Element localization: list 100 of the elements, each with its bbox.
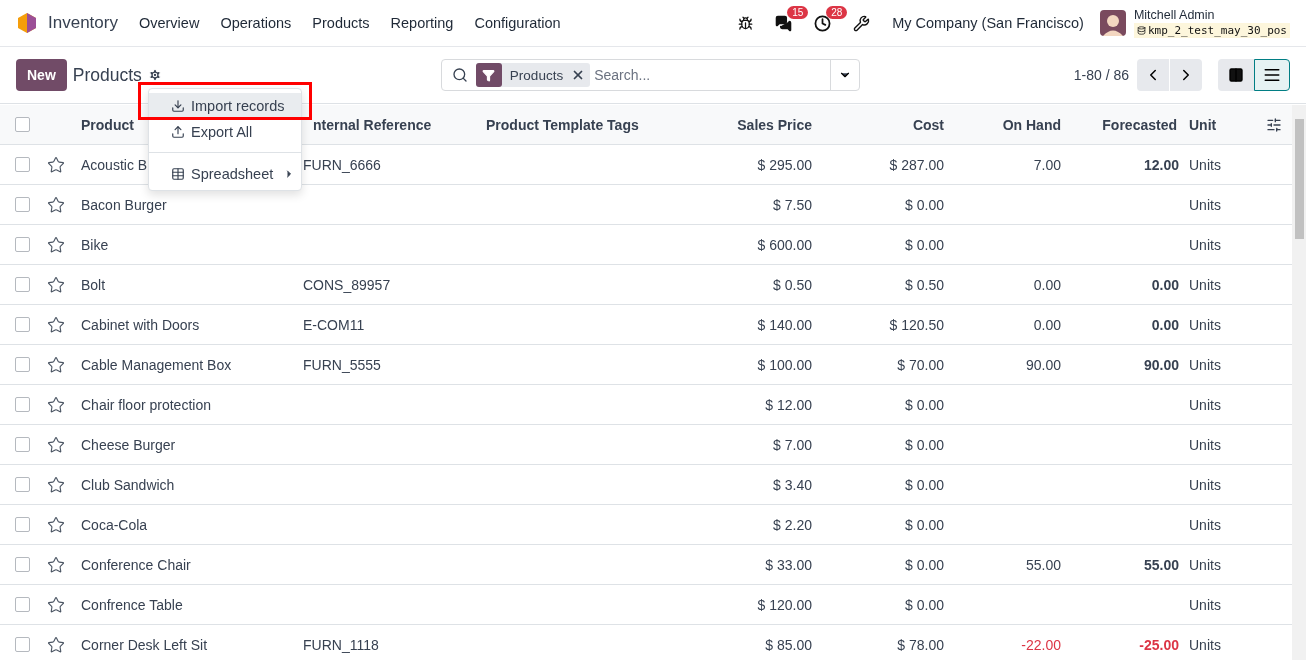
table-cell-text: Units [1189,236,1222,253]
table-cell-text: 55.00 [1142,556,1180,573]
table-cell-text: 0.00 [1150,316,1180,333]
table-cell-text: Bolt [80,276,107,293]
star-icon[interactable] [47,355,65,374]
new-button[interactable]: New [16,59,67,91]
search-field[interactable]: Products Search... [440,59,860,91]
count-badge: 28 [826,5,848,19]
column-settings-icon[interactable] [1266,116,1282,133]
star-icon[interactable] [47,395,65,414]
table-cell-text: Bacon Burger [80,196,168,213]
table-cell-text: Units [1189,516,1222,533]
checkbox[interactable] [14,277,30,292]
table-cell-text: $ 12.00 [764,396,813,413]
star-icon[interactable] [47,555,65,574]
checkbox[interactable] [14,317,30,332]
page-title: Products [72,64,142,86]
kanban-icon [1228,67,1244,83]
count-badge: 15 [787,5,809,19]
menu-option[interactable]: Spreadsheet [149,161,301,186]
table-cell-text: $ 600.00 [756,236,813,253]
checkbox[interactable] [14,197,30,212]
table-cell-text: -25.00 [1138,636,1180,653]
download-icon [171,98,185,113]
table-cell-text: Units [1189,156,1222,173]
checkbox[interactable] [14,597,30,612]
checkbox[interactable] [14,557,30,572]
column-header[interactable]: Sales Price [700,116,824,133]
avatar[interactable] [1099,10,1126,36]
menu-item[interactable]: Operations [220,15,292,31]
table-cell-text: 0.00 [1032,316,1062,333]
table-cell-text: Units [1189,396,1222,413]
checkbox[interactable] [14,397,30,412]
checkbox[interactable] [14,477,30,492]
table-cell-text: $ 0.00 [904,556,945,573]
table-cell-text: Units [1189,476,1222,493]
table-cell-text: $ 0.50 [772,276,813,293]
column-header[interactable]: Cost [824,116,956,133]
settings-icon[interactable] [147,68,162,82]
table-cell-text: Club Sandwich [80,476,176,493]
menu-item[interactable]: Overview [138,15,200,31]
star-icon[interactable] [47,235,65,254]
company-name[interactable]: My Company (San Francisco) [892,15,1084,31]
filter-facet[interactable]: Products [475,63,591,87]
star-icon[interactable] [47,635,65,654]
table-cell-text: 0.00 [1032,276,1062,293]
table-cell-text: $ 0.00 [904,396,945,413]
menu-option[interactable]: Export All [149,119,301,144]
tools-icon[interactable] [853,14,871,32]
table-cell-text: $ 100.00 [756,356,813,373]
view-button[interactable] [1218,59,1254,91]
scrollbar[interactable] [1292,105,1306,660]
app-name[interactable]: Inventory [48,13,118,33]
star-icon[interactable] [47,475,65,494]
table-cell-text: 55.00 [1024,556,1062,573]
table-cell-text: $ 120.50 [888,316,945,333]
column-header[interactable]: Product Template Tags [473,116,700,133]
table-cell-text: 0.00 [1150,276,1180,293]
table-cell-text: Units [1189,356,1222,373]
table-cell-text: 12.00 [1142,156,1180,173]
menu-option[interactable]: Import records [149,93,301,118]
checkbox[interactable] [14,437,30,452]
star-icon[interactable] [47,435,65,454]
checkbox[interactable] [14,357,30,372]
table-cell-text: $ 0.00 [904,596,945,613]
clock-icon[interactable] [814,14,832,32]
table-cell-text: CONS_89957 [302,276,392,293]
table-cell-text: Units [1189,556,1222,573]
table-cell-text: Cabinet with Doors [80,316,201,333]
star-icon[interactable] [47,315,65,334]
table-cell-text: $ 3.40 [772,476,813,493]
table-cell-text: $ 33.00 [764,556,813,573]
pager-value[interactable]: 1-80 / 86 [1073,67,1129,83]
column-header[interactable]: Forecasted [1073,116,1189,133]
bug-icon[interactable] [738,15,754,31]
checkbox[interactable] [14,237,30,252]
user-name[interactable]: Mitchell Admin [1133,8,1290,22]
star-icon[interactable] [47,155,65,174]
view-button[interactable] [1254,59,1290,91]
checkbox[interactable] [14,117,30,132]
star-icon[interactable] [47,275,65,294]
star-icon[interactable] [47,515,65,534]
table-cell-text: $ 0.00 [904,516,945,533]
checkbox[interactable] [14,157,30,172]
star-icon[interactable] [47,595,65,614]
chat-icon[interactable] [775,14,793,32]
table-cell-text: 7.00 [1032,156,1062,173]
checkbox[interactable] [14,517,30,532]
column-header[interactable]: Unit [1189,116,1256,133]
table-cell-text: 90.00 [1024,356,1062,373]
database-tag: kmp_2_test_may_30_pos [1133,23,1290,38]
search-icon [451,67,468,83]
checkbox[interactable] [14,637,30,652]
column-header[interactable]: On Hand [956,116,1073,133]
menu-item[interactable]: Reporting [390,15,454,31]
menu-item[interactable]: Configuration [474,15,561,31]
app-logo-icon [16,12,38,34]
star-icon[interactable] [47,195,65,214]
table-cell-text: Confrence Table [80,596,184,613]
menu-item[interactable]: Products [312,15,370,31]
